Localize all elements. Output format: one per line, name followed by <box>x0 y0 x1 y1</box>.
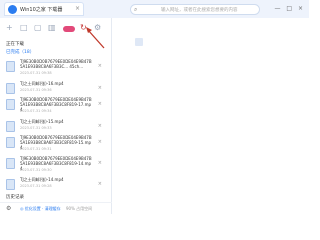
window-controls[interactable]: — □ × <box>274 5 305 12</box>
browser-tab[interactable]: Win10之家 下载器 × <box>4 2 84 16</box>
section-history[interactable]: 历史记录 <box>6 194 24 200</box>
remove-icon[interactable]: × <box>98 181 102 187</box>
list-item[interactable]: TJ9E30B0D0B7679EE0DE04E9B47B5A1E93B8C8A6… <box>4 96 108 116</box>
remove-icon[interactable]: × <box>98 160 102 166</box>
video-file-icon <box>6 158 15 169</box>
download-toolbar: + □ ▢ ▥ ↻ ⚙ <box>0 23 112 37</box>
browser-titlebar: Win10之家 下载器 × ▼ ⌕ 输入网址，或者在此搜索您想要的内容 — □ … <box>0 0 309 22</box>
search-icon: ⌕ <box>134 6 138 13</box>
remove-icon[interactable]: × <box>98 63 102 69</box>
file-time: 2023-07-31 09:34 <box>20 109 52 113</box>
download-panel: + □ ▢ ▥ ↻ ⚙ 正在下载 已完成（18） TJ9E30B0D0B7679… <box>0 18 112 214</box>
refresh-icon[interactable]: ↻ <box>80 23 87 32</box>
video-file-icon <box>6 137 15 148</box>
remove-icon[interactable]: × <box>98 123 102 129</box>
file-time: 2023-07-31 09:30 <box>20 168 52 172</box>
record-badge[interactable] <box>63 26 75 32</box>
copy-icon[interactable]: ▢ <box>34 23 42 32</box>
add-download-icon[interactable]: + <box>6 23 13 32</box>
remove-icon[interactable]: × <box>98 85 102 91</box>
address-bar[interactable]: ⌕ 输入网址，或者在此搜索您想要的内容 <box>130 4 260 15</box>
settings-icon[interactable]: ⚙ <box>94 23 101 32</box>
optimize-link[interactable]: ◎ 优化设置 · 清理缓存 <box>20 206 61 212</box>
file-time: 2023-07-31 09:33 <box>20 126 52 130</box>
section-completed[interactable]: 已完成（18） <box>6 49 34 55</box>
file-time: 2023-07-31 09:28 <box>20 184 52 188</box>
video-file-icon <box>6 179 15 190</box>
list-item[interactable]: TJ9E30B0D0B7679EE0DE04E9B47B5A1E93B8C8A6… <box>4 134 108 154</box>
page-content <box>112 18 309 214</box>
file-name: TJ之士同邮(张)-15.mp4 <box>20 119 64 124</box>
list-item[interactable]: TJ9E30B0D0B7679EE0DE04E9B47B5A1E93B8C8A6… <box>4 58 108 78</box>
video-file-icon <box>6 121 15 132</box>
file-name: TJ之士同邮(张)-16.mp4 <box>20 81 64 86</box>
remove-icon[interactable]: × <box>98 139 102 145</box>
section-downloading: 正在下载 <box>6 42 24 47</box>
panel-footer: ⚙ ◎ 优化设置 · 清理缓存 90% 占用空间 <box>0 202 112 214</box>
file-time: 2023-07-31 09:31 <box>20 147 52 151</box>
video-file-icon <box>6 99 15 110</box>
remove-icon[interactable]: × <box>98 101 102 107</box>
file-time: 2023-07-31 09:36 <box>20 88 52 92</box>
address-placeholder: 输入网址，或者在此搜索您想要的内容 <box>161 8 238 13</box>
list-item[interactable]: TJ之士同邮(张)-14.mp4 2023-07-31 09:28 × <box>4 176 108 196</box>
storage-info: 90% 占用空间 <box>66 206 93 211</box>
file-time: 2023-07-31 09:38 <box>20 71 52 75</box>
gear-icon[interactable]: ⚙ <box>6 205 11 212</box>
page-widget <box>135 38 143 46</box>
video-file-icon <box>6 83 15 94</box>
delete-icon[interactable]: ▥ <box>48 23 56 32</box>
tab-title: Win10之家 下载器 <box>20 7 63 13</box>
tab-close-icon[interactable]: × <box>75 5 80 12</box>
open-folder-icon[interactable]: □ <box>20 23 28 32</box>
file-name: TJ9E30B0D0B7679EE0DE04E9B47B5A1E93B8C8A6… <box>20 59 92 69</box>
list-item[interactable]: TJ9E30B0D0B7679EE0DE04E9B47B5A1E93B8C8A6… <box>4 155 108 175</box>
file-name: TJ之士同邮(张)-14.mp4 <box>20 177 64 182</box>
video-file-icon <box>6 61 15 72</box>
app-logo-icon <box>8 5 17 14</box>
